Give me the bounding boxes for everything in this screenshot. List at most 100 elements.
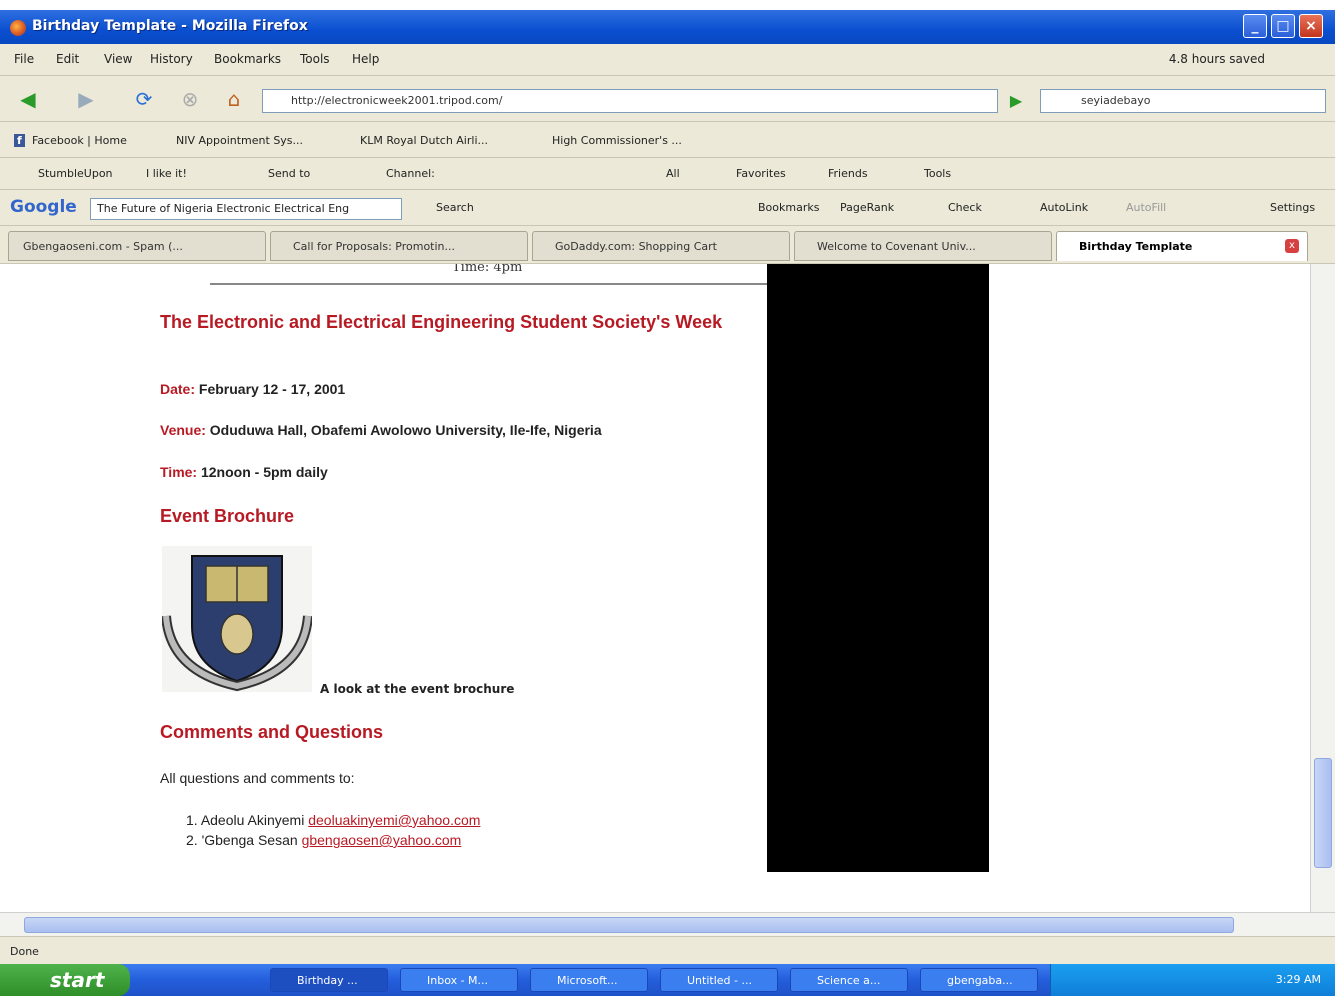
friends-button[interactable]: Friends <box>828 167 868 180</box>
minimize-button[interactable]: _ <box>1243 14 1267 38</box>
search-input[interactable]: seyiadebayo <box>1081 94 1151 107</box>
bookmark-high-commissioner[interactable]: High Commissioner's ... <box>552 134 682 147</box>
menu-file[interactable]: File <box>14 52 34 66</box>
redacted-block <box>767 264 989 872</box>
forward-arrow-icon[interactable]: ▶ <box>72 85 100 113</box>
system-tray: 3:29 AM <box>1050 964 1335 996</box>
status-text: Done <box>10 945 39 958</box>
settings-button[interactable]: Settings <box>1270 201 1315 214</box>
google-search-box[interactable]: The Future of Nigeria Electronic Electri… <box>90 198 402 220</box>
autofill-button[interactable]: AutoFill <box>1126 201 1166 214</box>
tab-godaddy[interactable]: GoDaddy.com: Shopping Cart <box>532 231 790 261</box>
close-tab-icon[interactable]: x <box>1285 239 1299 253</box>
task-label: Inbox - M... <box>427 974 489 987</box>
home-icon[interactable]: ⌂ <box>220 85 248 113</box>
stumble-button[interactable]: StumbleUpon <box>38 167 113 180</box>
menu-bookmarks[interactable]: Bookmarks <box>214 52 281 66</box>
menu-edit[interactable]: Edit <box>56 52 79 66</box>
tools-dropdown[interactable]: Tools <box>924 167 951 180</box>
task-label: Untitled - ... <box>687 974 752 987</box>
time-value: 12noon - 5pm daily <box>200 464 328 480</box>
tab-covenant[interactable]: Welcome to Covenant Univ... <box>794 231 1052 261</box>
address-bar[interactable]: http://electronicweek2001.tripod.com/ <box>262 89 998 113</box>
time-saved-label: 4.8 hours saved <box>1168 52 1265 66</box>
i-like-it-button[interactable]: I like it! <box>146 167 187 180</box>
reload-icon[interactable]: ⟳ <box>130 85 158 113</box>
task-label: Microsoft... <box>557 974 618 987</box>
autolink-button[interactable]: AutoLink <box>1040 201 1088 214</box>
go-arrow-icon[interactable]: ▶ <box>1002 87 1030 115</box>
taskbar-item-microsoft[interactable]: Microsoft... <box>530 968 648 992</box>
divider <box>210 283 770 285</box>
tab-label: Birthday Template <box>1079 240 1193 253</box>
all-dropdown[interactable]: All <box>666 167 680 180</box>
page-content: Time: 4pm The Electronic and Electrical … <box>0 264 1310 912</box>
tab-gbengaoseni[interactable]: Gbengaoseni.com - Spam (... <box>8 231 266 261</box>
brochure-caption: A look at the event brochure <box>320 682 515 696</box>
contact-email-link[interactable]: gbengaosen@yahoo.com <box>302 832 462 848</box>
date-value: February 12 - 17, 2001 <box>198 381 346 397</box>
taskbar-item-inbox[interactable]: Inbox - M... <box>400 968 518 992</box>
tab-label: GoDaddy.com: Shopping Cart <box>555 240 717 253</box>
back-arrow-icon[interactable]: ◀ <box>14 85 42 113</box>
facebook-icon: f <box>14 134 25 147</box>
task-label: Science a... <box>817 974 881 987</box>
stumbleupon-toolbar: StumbleUpon I like it! Send to Channel: … <box>0 158 1335 190</box>
bookmark-facebook[interactable]: Facebook | Home <box>32 134 127 147</box>
close-button[interactable]: × <box>1299 14 1323 38</box>
windows-taskbar: start Birthday ... Inbox - M... Microsof… <box>0 964 1335 996</box>
menu-help[interactable]: Help <box>352 52 379 66</box>
university-crest-image[interactable] <box>162 546 312 692</box>
menu-bar: File Edit View History Bookmarks Tools H… <box>0 44 1335 76</box>
google-search-button[interactable]: Search <box>436 201 474 214</box>
venue-label: Venue: <box>160 422 206 438</box>
task-label: Birthday ... <box>297 974 358 987</box>
navigation-toolbar: ◀ ▶ ⟳ ⊗ ⌂ http://electronicweek2001.trip… <box>0 76 1335 122</box>
menu-tools[interactable]: Tools <box>300 52 330 66</box>
taskbar-item-untitled[interactable]: Untitled - ... <box>660 968 778 992</box>
channel-label: Channel: <box>386 167 435 180</box>
taskbar-item-folder[interactable]: gbengaba... <box>920 968 1038 992</box>
tab-birthday-template[interactable]: Birthday Template x <box>1056 231 1308 261</box>
tab-label: Welcome to Covenant Univ... <box>817 240 976 253</box>
send-to-button[interactable]: Send to <box>268 167 310 180</box>
contact-item: 2. 'Gbenga Sesan gbengaosen@yahoo.com <box>186 832 461 848</box>
google-toolbar: Google The Future of Nigeria Electronic … <box>0 190 1335 226</box>
bookmarks-toolbar: f Facebook | Home NIV Appointment Sys...… <box>0 122 1335 158</box>
contact-name: 'Gbenga Sesan <box>201 832 298 848</box>
contact-number: 1. <box>186 812 198 828</box>
google-bookmarks-button[interactable]: Bookmarks <box>758 201 819 214</box>
window-titlebar[interactable]: Birthday Template - Mozilla Firefox _ □ … <box>0 0 1335 44</box>
horizontal-scrollbar[interactable] <box>0 912 1335 936</box>
bookmark-klm[interactable]: KLM Royal Dutch Airli... <box>360 134 488 147</box>
taskbar-item-firefox[interactable]: Birthday ... <box>270 968 388 992</box>
time-preview-text: Time: 4pm <box>452 264 523 275</box>
contact-name: Adeolu Akinyemi <box>200 812 305 828</box>
date-line: Date: February 12 - 17, 2001 <box>160 381 345 397</box>
vertical-scroll-thumb[interactable] <box>1314 758 1332 868</box>
google-logo: Google <box>10 197 77 217</box>
check-button[interactable]: Check <box>948 201 982 214</box>
maximize-button[interactable]: □ <box>1271 14 1295 38</box>
tab-bar: Gbengaoseni.com - Spam (... Call for Pro… <box>0 226 1335 264</box>
tab-call-for-proposals[interactable]: Call for Proposals: Promotin... <box>270 231 528 261</box>
start-button[interactable]: start <box>0 964 130 996</box>
menu-view[interactable]: View <box>104 52 132 66</box>
status-bar: Done <box>0 936 1335 964</box>
taskbar-item-science[interactable]: Science a... <box>790 968 908 992</box>
event-title: The Electronic and Electrical Engineerin… <box>160 312 723 332</box>
contact-email-link[interactable]: deoluakinyemi@yahoo.com <box>308 812 480 828</box>
vertical-scrollbar[interactable] <box>1310 264 1335 912</box>
comments-intro: All questions and comments to: <box>160 770 355 786</box>
bookmark-niv[interactable]: NIV Appointment Sys... <box>176 134 303 147</box>
favorites-button[interactable]: Favorites <box>736 167 786 180</box>
google-query-input[interactable]: The Future of Nigeria Electronic Electri… <box>97 202 387 215</box>
search-box[interactable]: seyiadebayo <box>1040 89 1326 113</box>
url-input[interactable]: http://electronicweek2001.tripod.com/ <box>291 94 502 107</box>
time-line: Time: 12noon - 5pm daily <box>160 464 328 480</box>
horizontal-scroll-thumb[interactable] <box>24 917 1234 933</box>
stop-icon[interactable]: ⊗ <box>176 85 204 113</box>
menu-history[interactable]: History <box>150 52 193 66</box>
venue-line: Venue: Oduduwa Hall, Obafemi Awolowo Uni… <box>160 422 602 438</box>
date-label: Date: <box>160 381 196 397</box>
